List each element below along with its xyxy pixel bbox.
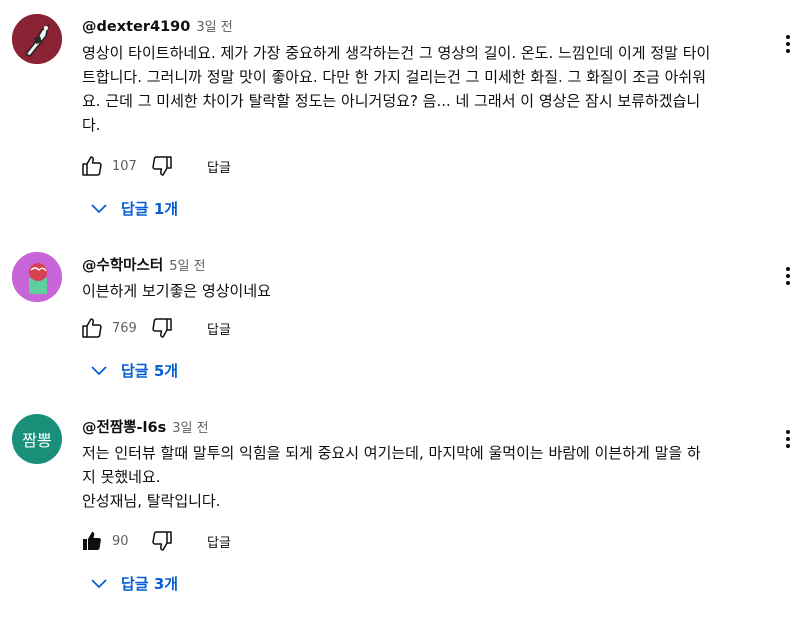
like-count: 769	[112, 320, 137, 336]
comment-header: @dexter4190 3일 전	[82, 16, 233, 35]
comment-actions: 769 답글	[80, 316, 231, 340]
like-count: 90	[112, 533, 129, 549]
view-replies-button[interactable]: 답글 3개	[80, 565, 178, 601]
reply-button[interactable]: 답글	[207, 157, 231, 176]
replies-label: 답글 3개	[121, 574, 179, 593]
dislike-button[interactable]	[150, 529, 174, 553]
comment-line: 영상이 타이트하네요. 제가 가장 중요하게 생각하는건 그 영상의 길이. 온…	[82, 44, 711, 62]
view-replies-button[interactable]: 답글 1개	[80, 190, 178, 226]
dislike-icon	[152, 531, 172, 551]
avatar[interactable]: 짬뽕	[12, 414, 62, 464]
like-icon	[82, 156, 102, 176]
comment-time[interactable]: 3일 전	[172, 421, 208, 436]
dislike-button[interactable]	[150, 316, 174, 340]
view-replies-button[interactable]: 답글 5개	[80, 352, 178, 388]
author-handle[interactable]: @전짬뽕-l6s	[82, 420, 166, 436]
avatar-initials: 짬뽕	[22, 431, 52, 450]
avatar[interactable]	[12, 14, 62, 64]
avatar-image	[12, 14, 62, 64]
comment-line: 저는 인터뷰 할때 말투의 익힘을 되게 중요시 여기는데, 마지막에 울먹이는…	[82, 444, 701, 462]
reply-button[interactable]: 답글	[207, 532, 231, 551]
comment-line: 지 못했네요.	[82, 468, 161, 486]
reply-button[interactable]: 답글	[207, 319, 231, 338]
comment-line: 이븐하게 보기좋은 영상이네요	[82, 282, 271, 300]
chevron-down-icon	[91, 579, 107, 589]
dislike-button[interactable]	[150, 154, 174, 178]
comment-text: 영상이 타이트하네요. 제가 가장 중요하게 생각하는건 그 영상의 길이. 온…	[82, 41, 764, 137]
more-vert-icon	[786, 430, 790, 448]
dislike-icon	[152, 318, 172, 338]
more-vert-icon	[786, 267, 790, 285]
comment-line: 트합니다. 그러니까 정말 맛이 좋아요. 다만 한 가지 걸리는건 그 미세한…	[82, 68, 707, 86]
comment-line: 안성재님, 탈락입니다.	[82, 492, 221, 510]
like-button[interactable]	[80, 529, 104, 553]
author-handle[interactable]: @dexter4190	[82, 19, 190, 35]
comment-header: @전짬뽕-l6s 3일 전	[82, 416, 209, 437]
comment-actions: 107 답글	[80, 154, 231, 178]
comment-text: 저는 인터뷰 할때 말투의 익힘을 되게 중요시 여기는데, 마지막에 울먹이는…	[82, 441, 764, 513]
more-vert-icon	[786, 35, 790, 53]
comment-actions: 90 답글	[80, 529, 231, 553]
like-button[interactable]	[80, 316, 104, 340]
like-icon	[82, 318, 102, 338]
comment-menu-button[interactable]	[776, 32, 800, 56]
comment-time[interactable]: 3일 전	[196, 20, 232, 35]
comment-line: 다.	[82, 116, 101, 134]
comment-menu-button[interactable]	[776, 427, 800, 451]
comment-text: 이븐하게 보기좋은 영상이네요	[82, 279, 764, 303]
comment-menu-button[interactable]	[776, 264, 800, 288]
comment-header: @수학마스터 5일 전	[82, 254, 206, 275]
avatar-image	[12, 252, 62, 302]
avatar[interactable]	[12, 252, 62, 302]
replies-label: 답글 1개	[121, 199, 179, 218]
dislike-icon	[152, 156, 172, 176]
comment-line: 요. 근데 그 미세한 차이가 탈락할 정도는 아니거덩요? 음... 네 그래…	[82, 92, 701, 110]
chevron-down-icon	[91, 204, 107, 214]
comment-time[interactable]: 5일 전	[169, 259, 205, 274]
replies-label: 답글 5개	[121, 361, 179, 380]
chevron-down-icon	[91, 366, 107, 376]
liked-icon	[83, 532, 101, 550]
like-button[interactable]	[80, 154, 104, 178]
like-count: 107	[112, 158, 137, 174]
author-handle[interactable]: @수학마스터	[82, 258, 163, 274]
